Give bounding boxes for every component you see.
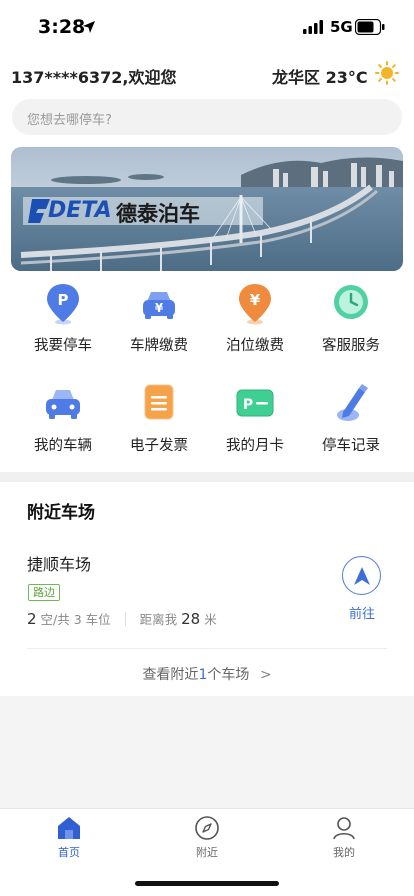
navigate-button[interactable]	[342, 556, 381, 595]
svg-text:P: P	[58, 291, 69, 309]
grid-label: 车牌缴费	[130, 338, 188, 354]
pencil-record-icon	[337, 384, 368, 421]
section-divider	[0, 472, 414, 482]
roadside-tag: 路边	[28, 584, 60, 601]
battery-icon	[355, 19, 385, 35]
grid-label: 我要停车	[34, 338, 92, 354]
distance-unit: 米	[204, 612, 217, 627]
status-time: 3:28	[38, 16, 86, 38]
banner-logo-latin: DETA	[48, 198, 112, 223]
tab-label: 附近	[196, 846, 218, 859]
chevron-right-icon: >	[259, 667, 272, 683]
banner-logo-cn: 德泰泊车	[116, 202, 200, 226]
yuan-pin-icon: ¥	[239, 284, 271, 325]
navigate-label[interactable]: 前往	[349, 603, 375, 622]
network-type: 5G	[330, 18, 353, 36]
svg-text:¥: ¥	[155, 301, 164, 315]
parking-pin-icon: P	[47, 284, 79, 325]
signal-icon	[303, 20, 323, 34]
svg-text:¥: ¥	[250, 291, 261, 309]
grid-label: 我的车辆	[34, 438, 92, 454]
car-icon	[46, 390, 80, 419]
parking-lot-info: 2 空/共 3 车位 距离我 28 米	[27, 609, 217, 628]
home-indicator	[135, 881, 279, 886]
navigation-arrow-icon	[354, 567, 370, 585]
total-spots: /共 3 车位	[53, 612, 111, 627]
grid-item-berth-pay[interactable]: ¥ 泊位缴费	[207, 282, 303, 355]
grid-label: 停车记录	[322, 438, 380, 454]
user-icon	[333, 817, 355, 840]
search-placeholder: 您想去哪停车?	[27, 113, 112, 128]
grid-item-customer-service[interactable]: 客服服务	[303, 282, 399, 355]
view-more-lots-link[interactable]: 查看附近1个车场 >	[0, 664, 414, 684]
grid-label: 客服服务	[322, 338, 380, 354]
grid-label: 电子发票	[130, 438, 188, 454]
more-suffix: 个车场	[207, 667, 250, 683]
info-divider	[124, 612, 126, 626]
grid-item-plate-pay[interactable]: ¥ 车牌缴费	[111, 282, 207, 355]
parking-lot-name[interactable]: 捷顺车场	[27, 551, 91, 575]
invoice-icon	[144, 384, 174, 420]
sun-icon	[375, 61, 399, 85]
tab-label: 我的	[333, 846, 355, 859]
grid-item-park[interactable]: P 我要停车	[15, 282, 111, 355]
weather-text: 龙华区 23°C	[272, 68, 368, 87]
svg-text:P: P	[243, 397, 253, 413]
distance-label: 距离我	[139, 612, 178, 627]
deta-logo-icon	[28, 199, 50, 223]
location-arrow-icon	[83, 21, 95, 33]
grid-item-monthly-card[interactable]: P 我的月卡	[207, 382, 303, 455]
grid-item-parking-records[interactable]: 停车记录	[303, 382, 399, 455]
car-yuan-icon: ¥	[143, 292, 175, 319]
grid-label: 泊位缴费	[226, 338, 284, 354]
distance-value: 28	[181, 610, 201, 628]
grid-item-my-vehicles[interactable]: 我的车辆	[15, 382, 111, 455]
home-icon	[58, 817, 80, 839]
monthly-card-icon: P	[236, 389, 274, 417]
compass-icon	[195, 816, 219, 840]
tab-nearby[interactable]: 附近	[177, 815, 237, 860]
tab-home[interactable]: 首页	[39, 815, 99, 860]
status-bar: 3:28 5G	[0, 0, 414, 56]
free-label: 空	[40, 612, 54, 627]
more-prefix: 查看附近	[142, 667, 199, 683]
promo-banner[interactable]: DETA 德泰泊车	[11, 147, 403, 271]
list-divider	[27, 648, 387, 649]
grid-item-e-invoice[interactable]: 电子发票	[111, 382, 207, 455]
free-spots: 2	[27, 610, 37, 628]
nearby-heading: 附近车场	[27, 503, 95, 523]
clock-icon	[334, 285, 368, 319]
user-greeting: 137****6372,欢迎您	[11, 68, 177, 87]
tab-profile[interactable]: 我的	[314, 815, 374, 860]
tab-label: 首页	[58, 846, 80, 859]
search-input[interactable]: 您想去哪停车?	[12, 99, 402, 135]
grid-label: 我的月卡	[226, 438, 284, 454]
